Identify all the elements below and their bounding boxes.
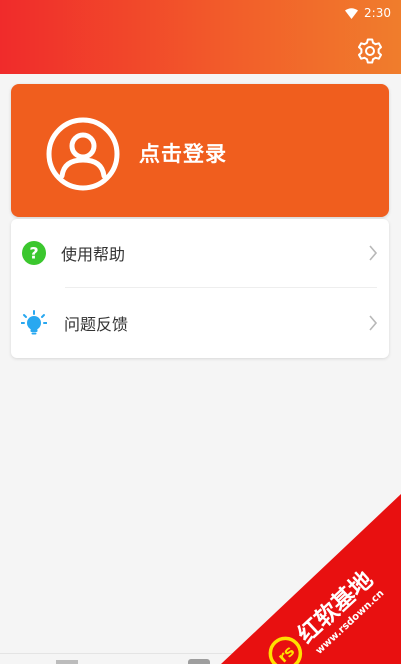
chevron-right-icon: [367, 243, 379, 263]
login-label: 点击登录: [139, 142, 227, 166]
menu-item-feedback[interactable]: 问题反馈: [11, 289, 389, 357]
status-time: 2:30: [364, 6, 391, 20]
menu-item-label: 问题反馈: [64, 315, 129, 334]
nav-item-indicator[interactable]: [188, 659, 210, 664]
settings-button[interactable]: [355, 36, 385, 66]
question-icon: ?: [21, 240, 47, 266]
nav-item-indicator[interactable]: [56, 660, 78, 664]
gear-icon: [358, 38, 382, 64]
menu-item-help[interactable]: ? 使用帮助: [11, 219, 389, 287]
status-bar: 2:30: [345, 4, 391, 22]
svg-text:?: ?: [29, 244, 38, 263]
watermark-logo: rs 红软基地 www.rsdown.cn: [221, 494, 401, 664]
chevron-right-icon: [367, 313, 379, 333]
app-header: 2:30: [0, 0, 401, 74]
menu-item-label: 使用帮助: [61, 245, 126, 264]
user-avatar-icon: [45, 116, 121, 192]
wifi-icon: [345, 7, 359, 19]
lightbulb-icon: [21, 310, 47, 336]
menu-divider: [65, 287, 377, 288]
menu-card: ? 使用帮助 问题反馈: [11, 219, 389, 358]
login-card[interactable]: 点击登录: [11, 84, 389, 217]
